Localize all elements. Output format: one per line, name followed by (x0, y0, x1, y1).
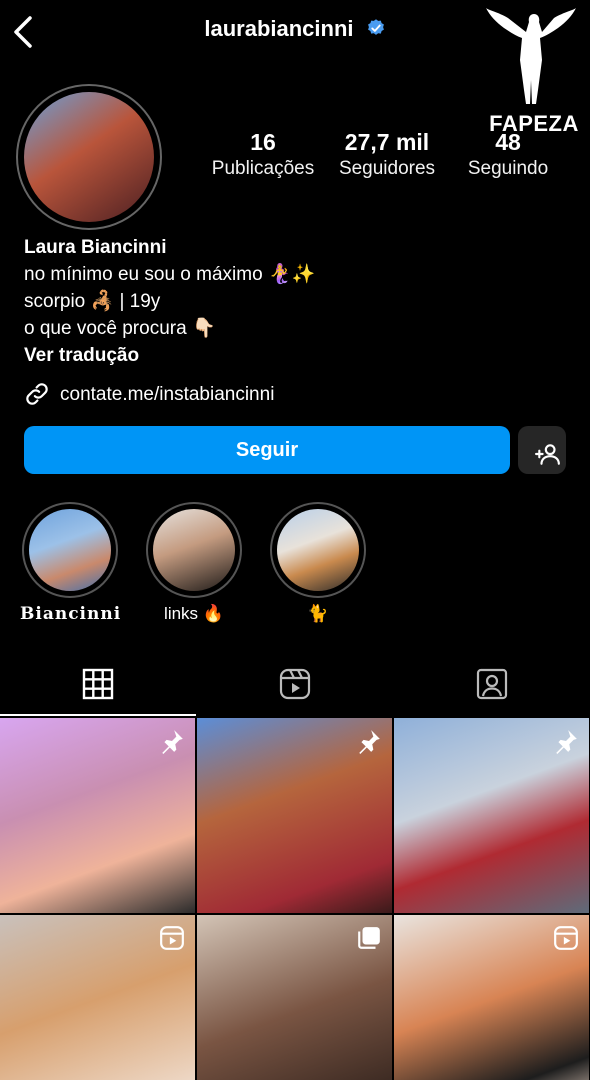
stat-followers[interactable]: 27,7 mil Seguidores (324, 128, 450, 182)
carousel-icon (358, 927, 380, 949)
verified-badge-icon (367, 19, 384, 35)
stat-value: 16 (250, 129, 276, 155)
highlight-item[interactable]: 🐈 (268, 502, 368, 626)
highlight-cover (153, 509, 235, 591)
post-thumbnail[interactable] (394, 915, 589, 1080)
avatar-photo (24, 92, 154, 222)
highlight-label: 𝐁𝐢𝐚𝐧𝐜𝐢𝐧𝐧𝐢 (20, 604, 122, 624)
post-thumbnail[interactable] (0, 915, 195, 1080)
reel-badge-icon (160, 926, 184, 950)
story-highlights: 𝐁𝐢𝐚𝐧𝐜𝐢𝐧𝐧𝐢 links 🔥 🐈 (0, 502, 590, 632)
profile-stats: 16 Publicações 27,7 mil Seguidores 48 Se… (204, 128, 564, 184)
profile-tabs (0, 660, 590, 716)
highlight-item[interactable]: links 🔥 (144, 502, 244, 626)
profile-bio: Laura Biancinni no mínimo eu sou o máxim… (24, 234, 564, 369)
profile-name: Laura Biancinni (24, 237, 167, 258)
posts-grid (0, 718, 590, 1080)
tab-tagged[interactable] (394, 660, 590, 716)
stat-label: Seguidores (338, 158, 436, 179)
highlight-cover (277, 509, 359, 591)
stat-value: 48 (495, 129, 521, 155)
bio-line: no mínimo eu sou o máximo 🧜‍♀️✨ (24, 264, 316, 285)
tab-reels[interactable] (197, 660, 393, 716)
stat-value: 27,7 mil (344, 129, 430, 155)
highlight-label: links 🔥 (164, 604, 224, 623)
bio-line: scorpio 🦂 | 19y (24, 291, 161, 312)
follow-button[interactable]: Seguir (24, 426, 510, 474)
grid-icon (82, 668, 114, 700)
post-thumbnail[interactable] (394, 718, 589, 913)
bio-line: o que você procura 👇🏻 (24, 318, 216, 339)
reels-icon (279, 668, 311, 700)
profile-link[interactable]: contate.me/instabiancinni (24, 380, 274, 410)
profile-avatar[interactable] (16, 84, 162, 230)
link-icon (26, 383, 48, 405)
add-person-icon (534, 444, 560, 465)
pin-icon (556, 730, 577, 754)
tagged-icon (476, 668, 508, 700)
stat-following[interactable]: 48 Seguindo (452, 128, 564, 182)
highlight-ring (146, 502, 242, 598)
reel-badge-icon (554, 926, 578, 950)
post-thumbnail[interactable] (0, 718, 195, 913)
stat-label: Publicações (211, 158, 315, 179)
tab-posts-grid[interactable] (0, 660, 196, 716)
link-text: contate.me/instabiancinni (60, 384, 275, 405)
post-thumbnail[interactable] (197, 915, 392, 1080)
suggested-accounts-button[interactable] (518, 426, 566, 474)
post-thumbnail[interactable] (197, 718, 392, 913)
highlight-item[interactable]: 𝐁𝐢𝐚𝐧𝐜𝐢𝐧𝐧𝐢 (20, 502, 120, 626)
highlight-label: 🐈 (307, 604, 329, 623)
pin-icon (359, 730, 380, 754)
highlight-cover (29, 509, 111, 591)
see-translation-link[interactable]: Ver tradução (24, 342, 564, 369)
stat-posts[interactable]: 16 Publicações (204, 128, 322, 182)
highlight-ring (22, 502, 118, 598)
winged-figure-logo (486, 8, 576, 104)
highlight-ring (270, 502, 366, 598)
pin-icon (162, 730, 183, 754)
stat-label: Seguindo (467, 158, 549, 179)
watermark: FAPEZA (486, 6, 582, 136)
username: laurabiancinni (204, 16, 354, 41)
